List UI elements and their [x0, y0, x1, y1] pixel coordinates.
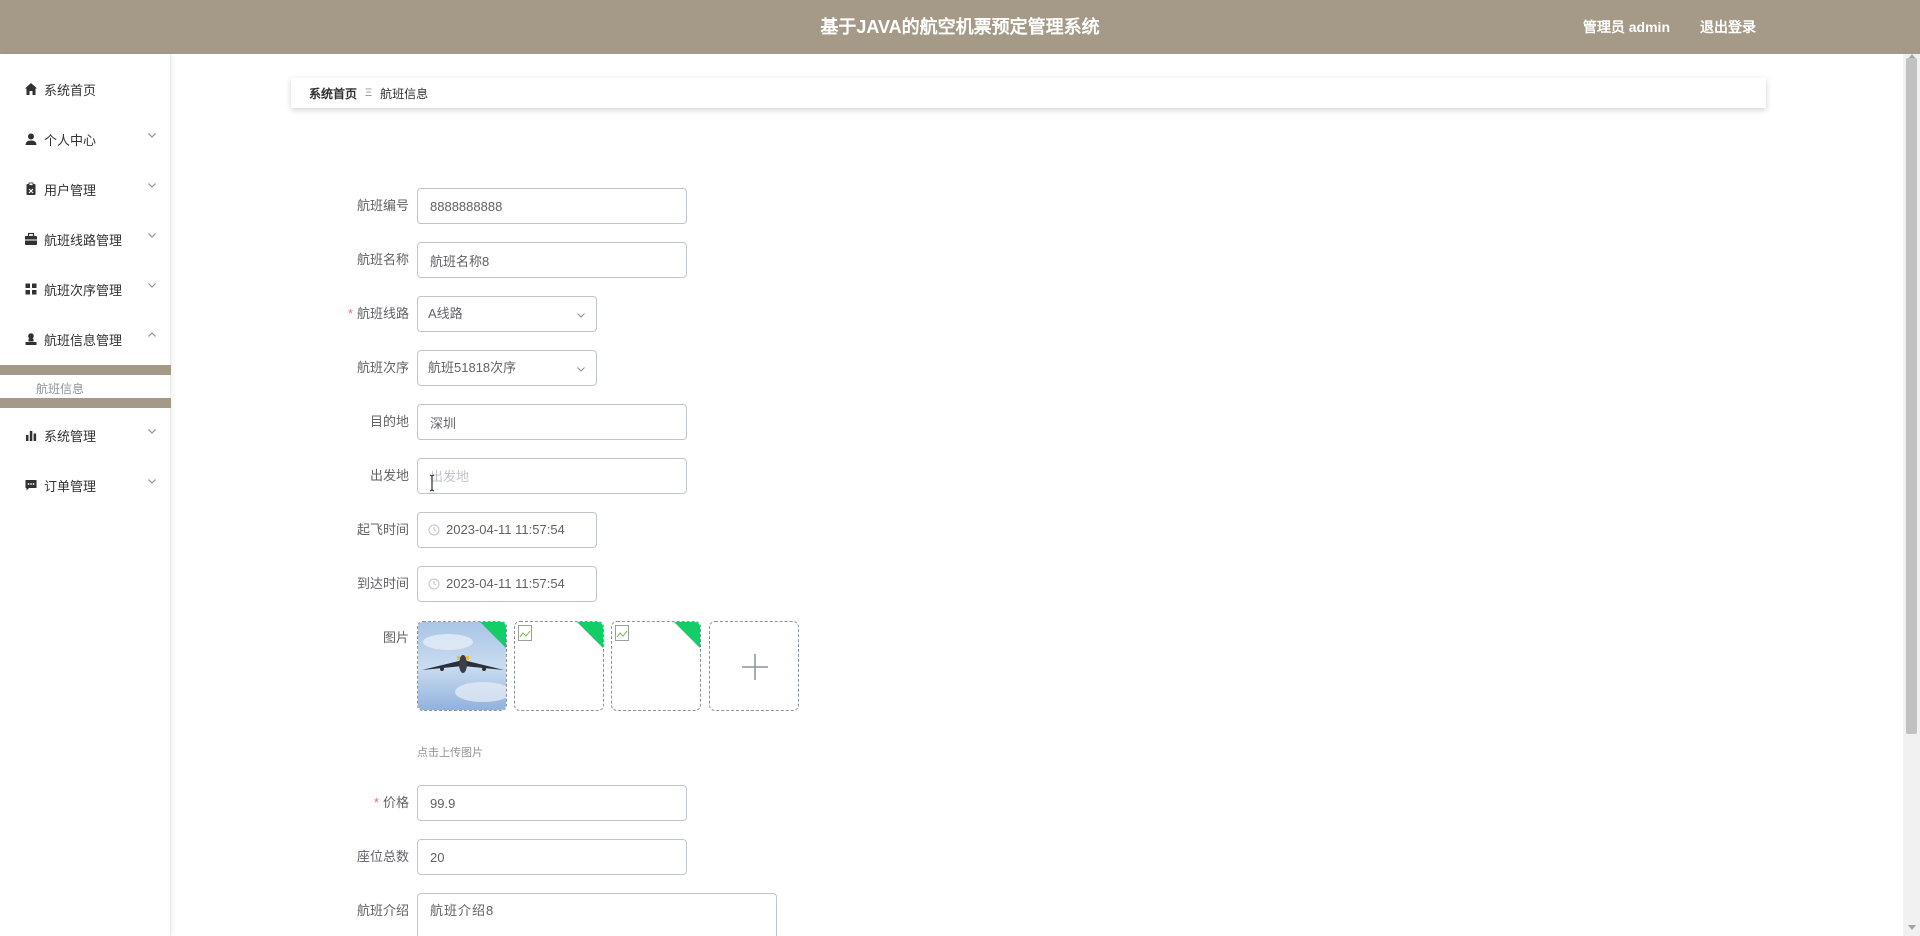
broken-image-icon — [518, 625, 532, 641]
required-mark: * — [347, 306, 353, 321]
chevron-down-icon — [148, 183, 156, 188]
breadcrumb-separator: Ξ — [365, 87, 373, 99]
user-icon — [25, 133, 37, 145]
price-label: * 价格 — [373, 795, 409, 810]
sidebar-item-label: 个人中心 — [44, 132, 97, 148]
sidebar-item-order-management[interactable]: 订单管理 — [0, 460, 171, 510]
upload-success-badge — [480, 622, 506, 648]
route-select-value: A线路 — [428, 306, 463, 321]
sequence-label: 航班次序 — [356, 360, 409, 375]
destination-label: 目的地 — [369, 414, 409, 429]
flight-name-label: 航班名称 — [356, 252, 409, 267]
image-label: 图片 — [382, 630, 409, 645]
image-upload-button[interactable] — [709, 621, 799, 711]
intro-textarea[interactable]: 航班介绍8 — [417, 893, 777, 936]
image-thumbnail-airplane[interactable] — [417, 621, 507, 711]
person-stamp-icon — [25, 333, 37, 345]
grid-icon — [25, 283, 37, 295]
breadcrumb-home[interactable]: 系统首页 — [309, 85, 357, 102]
sidebar-item-personal-center[interactable]: 个人中心 — [0, 114, 171, 164]
chevron-down-icon — [148, 479, 156, 484]
broken-image-icon — [615, 625, 629, 641]
upload-tip: 点击上传图片 — [417, 747, 483, 759]
sequence-select-value: 航班51818次序 — [428, 360, 517, 375]
upload-success-badge — [674, 622, 700, 648]
sidebar-item-user-management[interactable]: 用户管理 — [0, 164, 171, 214]
chevron-down-icon — [148, 133, 156, 138]
depart-time-value: 2023-04-11 11:57:54 — [446, 522, 565, 537]
chevron-down-icon — [148, 283, 156, 288]
chevron-down-icon — [577, 367, 585, 372]
clock-icon — [428, 524, 440, 536]
route-select[interactable]: A线路 — [417, 296, 597, 332]
seats-label: 座位总数 — [356, 849, 409, 864]
plus-icon — [742, 654, 768, 680]
submenu-divider-bottom — [0, 398, 171, 408]
top-header: 基于JAVA的航空机票预定管理系统 管理员 admin 退出登录 — [0, 0, 1920, 54]
flight-no-input[interactable] — [417, 188, 687, 224]
chat-icon — [25, 480, 37, 491]
sidebar-item-sequence-management[interactable]: 航班次序管理 — [0, 264, 171, 314]
briefcase-icon — [25, 232, 37, 245]
chevron-down-icon — [577, 313, 585, 318]
chevron-down-icon — [148, 429, 156, 434]
destination-input[interactable] — [417, 404, 687, 440]
clock-icon — [428, 578, 440, 590]
sidebar-item-flight-info-management[interactable]: 航班信息管理 — [0, 314, 171, 364]
flight-name-input[interactable] — [417, 242, 687, 278]
scroll-down-arrow[interactable] — [1908, 925, 1916, 930]
clipboard-icon — [26, 182, 36, 195]
image-thumbnail-broken-1[interactable] — [514, 621, 604, 711]
text-cursor-icon — [429, 474, 435, 492]
required-mark: * — [373, 795, 379, 810]
sidebar-item-label: 系统管理 — [44, 428, 97, 444]
sidebar-item-route-management[interactable]: 航班线路管理 — [0, 214, 171, 264]
sidebar-item-label: 航班信息管理 — [44, 332, 123, 348]
home-icon — [25, 83, 37, 95]
arrive-time-picker[interactable]: 2023-04-11 11:57:54 — [417, 566, 597, 602]
arrive-time-label: 到达时间 — [356, 576, 409, 591]
chevron-down-icon — [148, 233, 156, 238]
depart-time-picker[interactable]: 2023-04-11 11:57:54 — [417, 512, 597, 548]
origin-input[interactable] — [417, 458, 687, 494]
current-user: 管理员 admin — [1582, 19, 1670, 35]
sidebar-item-system-management[interactable]: 系统管理 — [0, 410, 171, 460]
logout-button[interactable]: 退出登录 — [1700, 0, 1756, 54]
origin-label: 出发地 — [369, 468, 409, 483]
price-input[interactable] — [417, 785, 687, 821]
image-thumbnail-broken-2[interactable] — [611, 621, 701, 711]
sidebar-item-home[interactable]: 系统首页 — [0, 64, 171, 114]
seats-input[interactable] — [417, 839, 687, 875]
sequence-select[interactable]: 航班51818次序 — [417, 350, 597, 386]
sidebar-item-label: 订单管理 — [44, 478, 97, 494]
sidebar-item-label: 航班次序管理 — [44, 282, 123, 298]
scrollbar-thumb[interactable] — [1906, 58, 1917, 734]
chevron-up-icon — [148, 332, 156, 337]
sidebar-item-label: 用户管理 — [44, 182, 97, 198]
sidebar-item-label: 系统首页 — [44, 82, 97, 98]
depart-time-label: 起飞时间 — [356, 522, 409, 537]
sidebar-item-label: 航班线路管理 — [44, 232, 123, 248]
upload-success-badge — [577, 622, 603, 648]
intro-textarea-value: 航班介绍8 — [430, 903, 495, 918]
intro-label: 航班介绍 — [356, 903, 409, 918]
breadcrumb-current: 航班信息 — [380, 86, 429, 101]
submenu-divider-top — [0, 365, 171, 375]
sidebar: 系统首页 个人中心 用户管理 航班线路管理 航班次序管理 航班信息管理 航班信息… — [0, 54, 171, 936]
breadcrumb: 系统首页 Ξ 航班信息 — [291, 78, 1766, 108]
route-label: * 航班线路 — [347, 306, 409, 321]
flight-no-label: 航班编号 — [356, 198, 409, 213]
bar-chart-icon — [26, 431, 37, 441]
arrive-time-value: 2023-04-11 11:57:54 — [446, 576, 565, 591]
